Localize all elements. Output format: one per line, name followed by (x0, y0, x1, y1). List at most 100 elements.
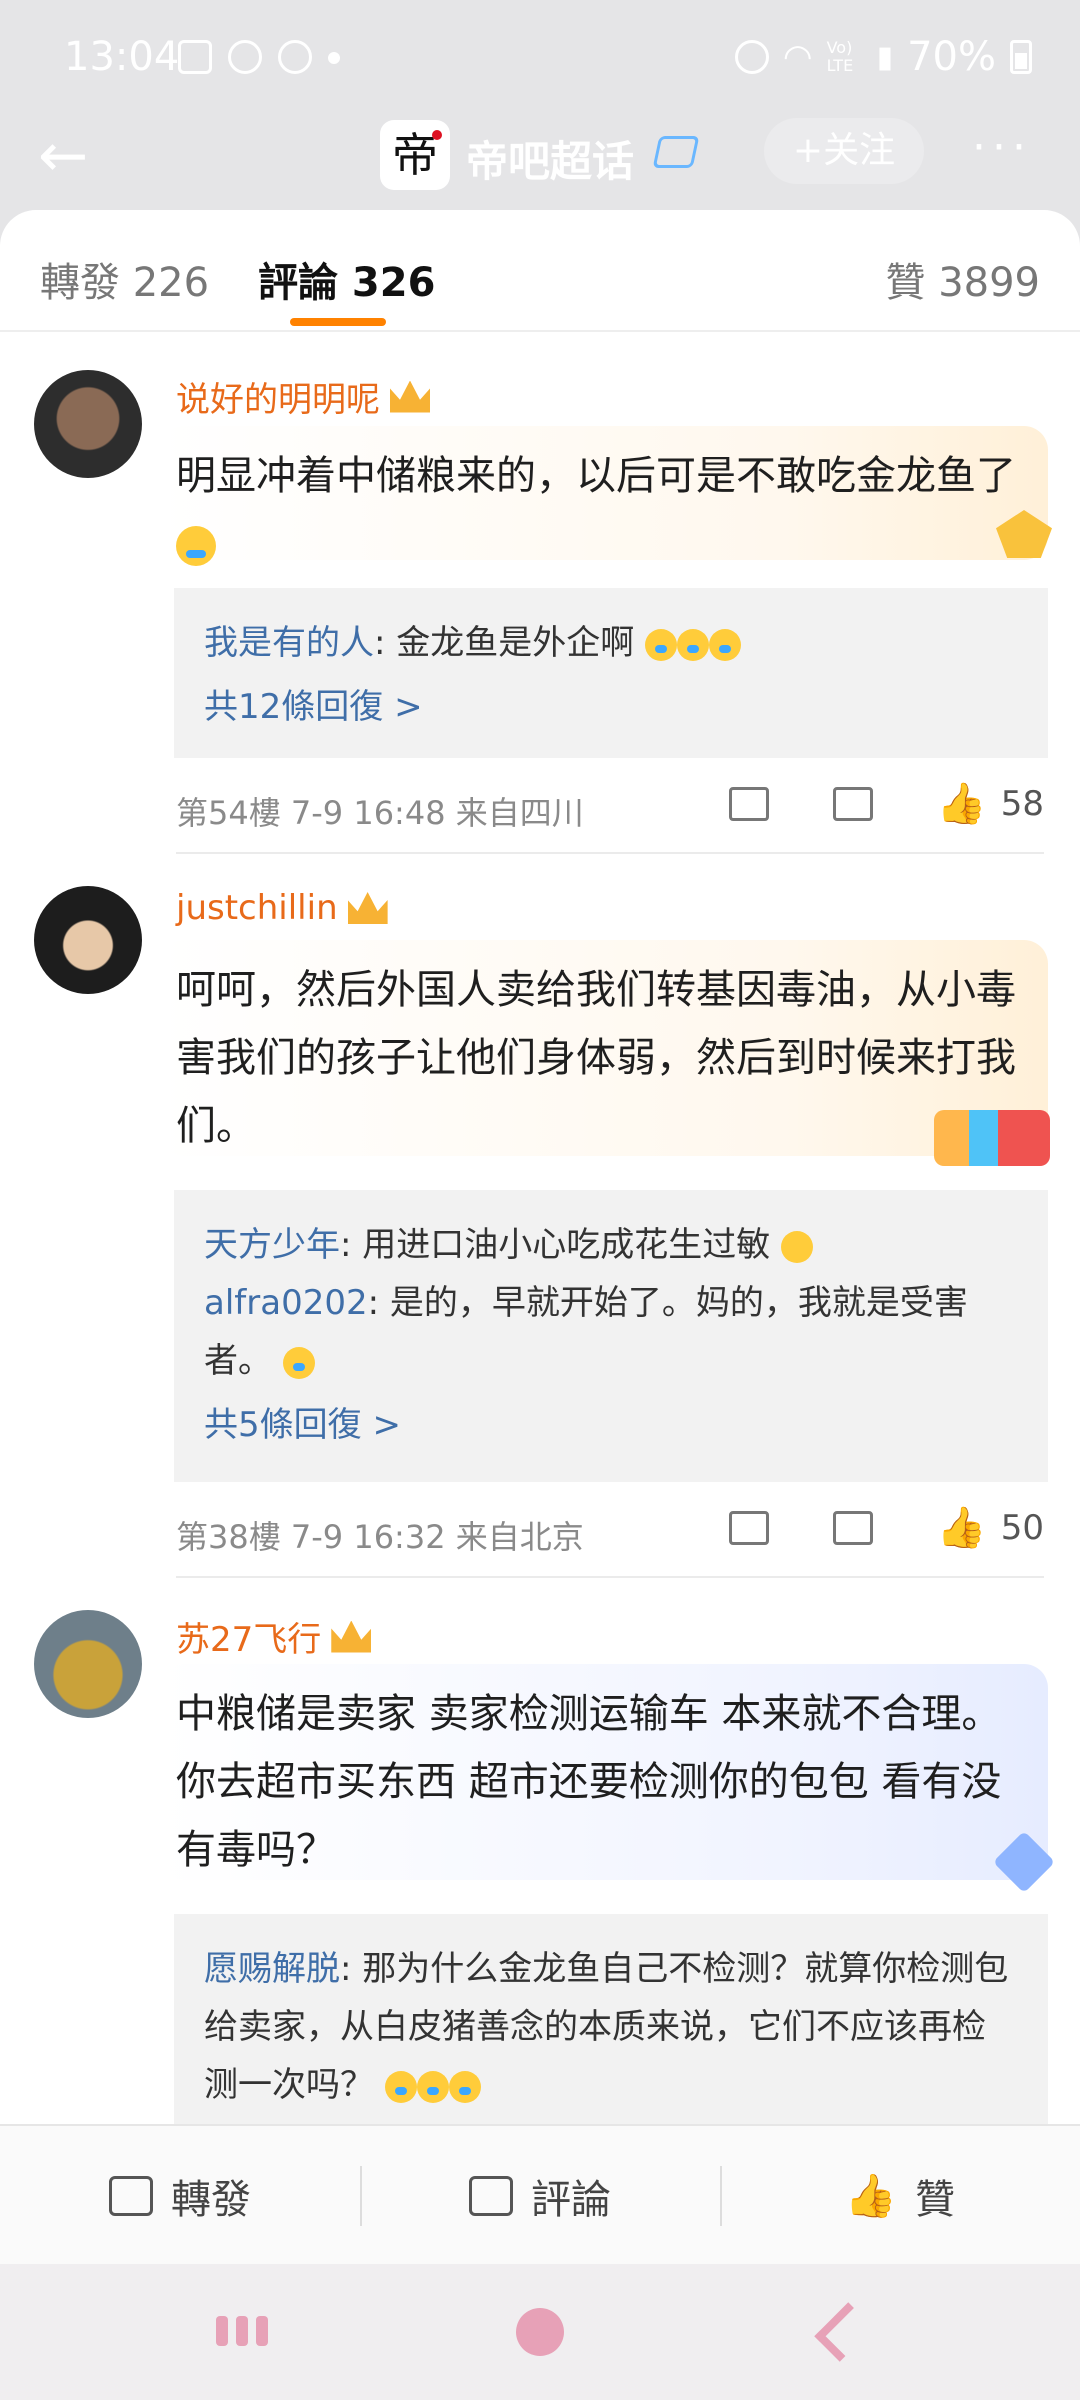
tab-comments[interactable]: 評論 326 (258, 250, 435, 308)
system-nav-bar (0, 2264, 1080, 2400)
share-icon[interactable] (728, 786, 769, 821)
battery-icon (1010, 40, 1032, 74)
avatar[interactable] (34, 370, 142, 478)
more-options-icon[interactable]: ··· (972, 122, 1032, 173)
topic-logo[interactable]: 帝 (380, 120, 450, 190)
comment-text: 中粮储是卖家 卖家检测运输车 本来就不合理。你去超市买东西 超市还要检测你的包包… (176, 1691, 1002, 1873)
thumbs-up-icon: 👍 (844, 2171, 898, 2220)
network-label: Vo) LTE (826, 38, 854, 75)
like-label: 贊 (915, 2177, 956, 2223)
crown-badge-icon (347, 892, 388, 924)
top-nav: ← 帝 帝吧超话 +关注 ··· (0, 110, 1080, 210)
battery-percent: 70% (907, 34, 996, 80)
signal-icon: ▮ (876, 39, 894, 75)
status-right: ◠ Vo) LTE ▮ 70% (734, 34, 1032, 80)
laugh-cry-emoji-icon (384, 2070, 417, 2103)
comment-bubble: 中粮储是卖家 卖家检测运输车 本来就不合理。你去超市买东西 超市还要检测你的包包… (160, 1664, 1048, 1880)
reply-icon[interactable] (832, 786, 873, 821)
back-icon[interactable] (814, 2302, 874, 2362)
more-replies-link[interactable]: 共5條回復 > (204, 1396, 1018, 1454)
divider (176, 852, 1044, 854)
comment-actions: 👍 58 (728, 780, 1044, 827)
doge-emoji-icon (781, 1230, 814, 1263)
tab-bar: 轉發 226 評論 326 贊 3899 (0, 210, 1080, 332)
avatar[interactable] (34, 1610, 142, 1718)
alarm-icon (278, 40, 312, 74)
laugh-cry-emoji-icon (645, 628, 678, 661)
more-replies-link[interactable]: 共12條回復 > (204, 678, 1018, 736)
gallery-icon (178, 40, 212, 74)
share-icon (109, 2176, 153, 2216)
comment-label: 評論 (531, 2177, 611, 2223)
reply-box[interactable]: 愿赐解脱: 那为什么金龙鱼自己不检测？就算你检测包给卖家，从白皮猪善念的本质来说… (174, 1914, 1048, 2124)
repost-label: 轉發 (171, 2177, 251, 2223)
comment-actions: 👍 50 (728, 1504, 1044, 1551)
reply-item: 愿赐解脱: 那为什么金龙鱼自己不检测？就算你检测包给卖家，从白皮猪善念的本质来说… (204, 1940, 1018, 2114)
crying-emoji-icon (282, 1346, 315, 1379)
comment-username[interactable]: 苏27飞行 (176, 1612, 372, 1661)
like-count: 50 (1000, 1507, 1044, 1548)
comment-bubble: 明显冲着中储粮来的，以后可是不敢吃金龙鱼了 (160, 426, 1048, 566)
recent-apps-icon[interactable] (216, 2316, 268, 2346)
reply-author[interactable]: 天方少年 (204, 1225, 340, 1265)
wifi-icon: ◠ (782, 37, 813, 77)
laugh-cry-emoji-icon (709, 628, 742, 661)
laugh-cry-emoji-icon (176, 526, 216, 566)
home-icon[interactable] (516, 2308, 564, 2356)
topic-title[interactable]: 帝吧超话 (466, 128, 634, 189)
dot-icon (328, 52, 340, 64)
laugh-cry-emoji-icon (416, 2070, 449, 2103)
like-button[interactable]: 👍 50 (937, 1504, 1044, 1551)
laugh-cry-emoji-icon (677, 628, 710, 661)
crown-badge-icon (390, 380, 430, 413)
like-count: 58 (1000, 783, 1044, 824)
back-arrow-icon[interactable]: ← (38, 126, 108, 188)
bottom-action-bar: 轉發 評論 👍 贊 (0, 2124, 1080, 2266)
laugh-cry-emoji-icon (448, 2070, 481, 2103)
crown-badge-icon (331, 1620, 372, 1653)
alarm-status-icon (734, 40, 769, 74)
tab-likes[interactable]: 贊 3899 (885, 250, 1040, 308)
share-icon[interactable] (728, 1510, 769, 1545)
thumbs-up-icon: 👍 (936, 781, 987, 827)
reply-box[interactable]: 天方少年: 用进口油小心吃成花生过敏 alfra0202: 是的，早就开始了。妈… (174, 1190, 1048, 1482)
reply-text: : 用进口油小心吃成花生过敏 (340, 1225, 771, 1265)
verified-badge-icon (652, 136, 700, 168)
comment-meta: 第38樓 7-9 16:32 来自北京 (176, 1518, 584, 1556)
reply-author[interactable]: alfra0202 (204, 1283, 368, 1323)
reply-author[interactable]: 愿赐解脱 (204, 1949, 340, 1989)
username-text[interactable]: 苏27飞行 (176, 1612, 321, 1661)
reply-author[interactable]: 我是有的人 (204, 623, 374, 663)
active-tab-indicator (290, 318, 386, 326)
status-time: 13:04 (64, 34, 180, 80)
notification-icons (178, 40, 340, 74)
avatar[interactable] (34, 886, 142, 994)
comments-sheet: 轉發 226 評論 326 贊 3899 说好的明明呢 明显冲着中储粮来的，以后… (0, 210, 1080, 2124)
reply-item: alfra0202: 是的，早就开始了。妈的，我就是受害者。 (204, 1274, 1018, 1390)
follow-button[interactable]: +关注 (764, 118, 924, 184)
like-button[interactable]: 👍 58 (937, 780, 1044, 827)
username-text[interactable]: 说好的明明呢 (176, 372, 380, 421)
toaster-decoration-icon (934, 1110, 1050, 1166)
divider (176, 1576, 1044, 1578)
comment-bubble: 呵呵，然后外国人卖给我们转基因毒油，从小毒害我们的孩子让他们身体弱，然后到时候来… (160, 940, 1048, 1156)
repost-button[interactable]: 轉發 (0, 2126, 360, 2266)
comment-text: 呵呵，然后外国人卖给我们转基因毒油，从小毒害我们的孩子让他们身体弱，然后到时候来… (176, 967, 1016, 1149)
status-bar: 13:04 ◠ Vo) LTE ▮ 70% (0, 0, 1080, 120)
comment-username[interactable]: justchillin (176, 888, 388, 928)
comment-icon (469, 2176, 513, 2216)
tab-repost[interactable]: 轉發 226 (40, 250, 209, 308)
like-bottom-button[interactable]: 👍 贊 (720, 2126, 1080, 2266)
comment-button[interactable]: 評論 (360, 2126, 720, 2266)
comment-meta: 第54樓 7-9 16:48 来自四川 (176, 794, 584, 832)
reply-item: 天方少年: 用进口油小心吃成花生过敏 (204, 1216, 1018, 1274)
reply-text: : 金龙鱼是外企啊 (374, 623, 635, 663)
reply-item: 我是有的人: 金龙鱼是外企啊 (204, 614, 1018, 672)
thumbs-up-icon: 👍 (936, 1505, 987, 1551)
app-icon (228, 40, 262, 74)
comment-text: 明显冲着中储粮来的，以后可是不敢吃金龙鱼了 (176, 453, 1016, 499)
reply-icon[interactable] (832, 1510, 873, 1545)
comment-username[interactable]: 说好的明明呢 (176, 372, 430, 421)
reply-box[interactable]: 我是有的人: 金龙鱼是外企啊 共12條回復 > (174, 588, 1048, 758)
username-text[interactable]: justchillin (176, 888, 338, 928)
